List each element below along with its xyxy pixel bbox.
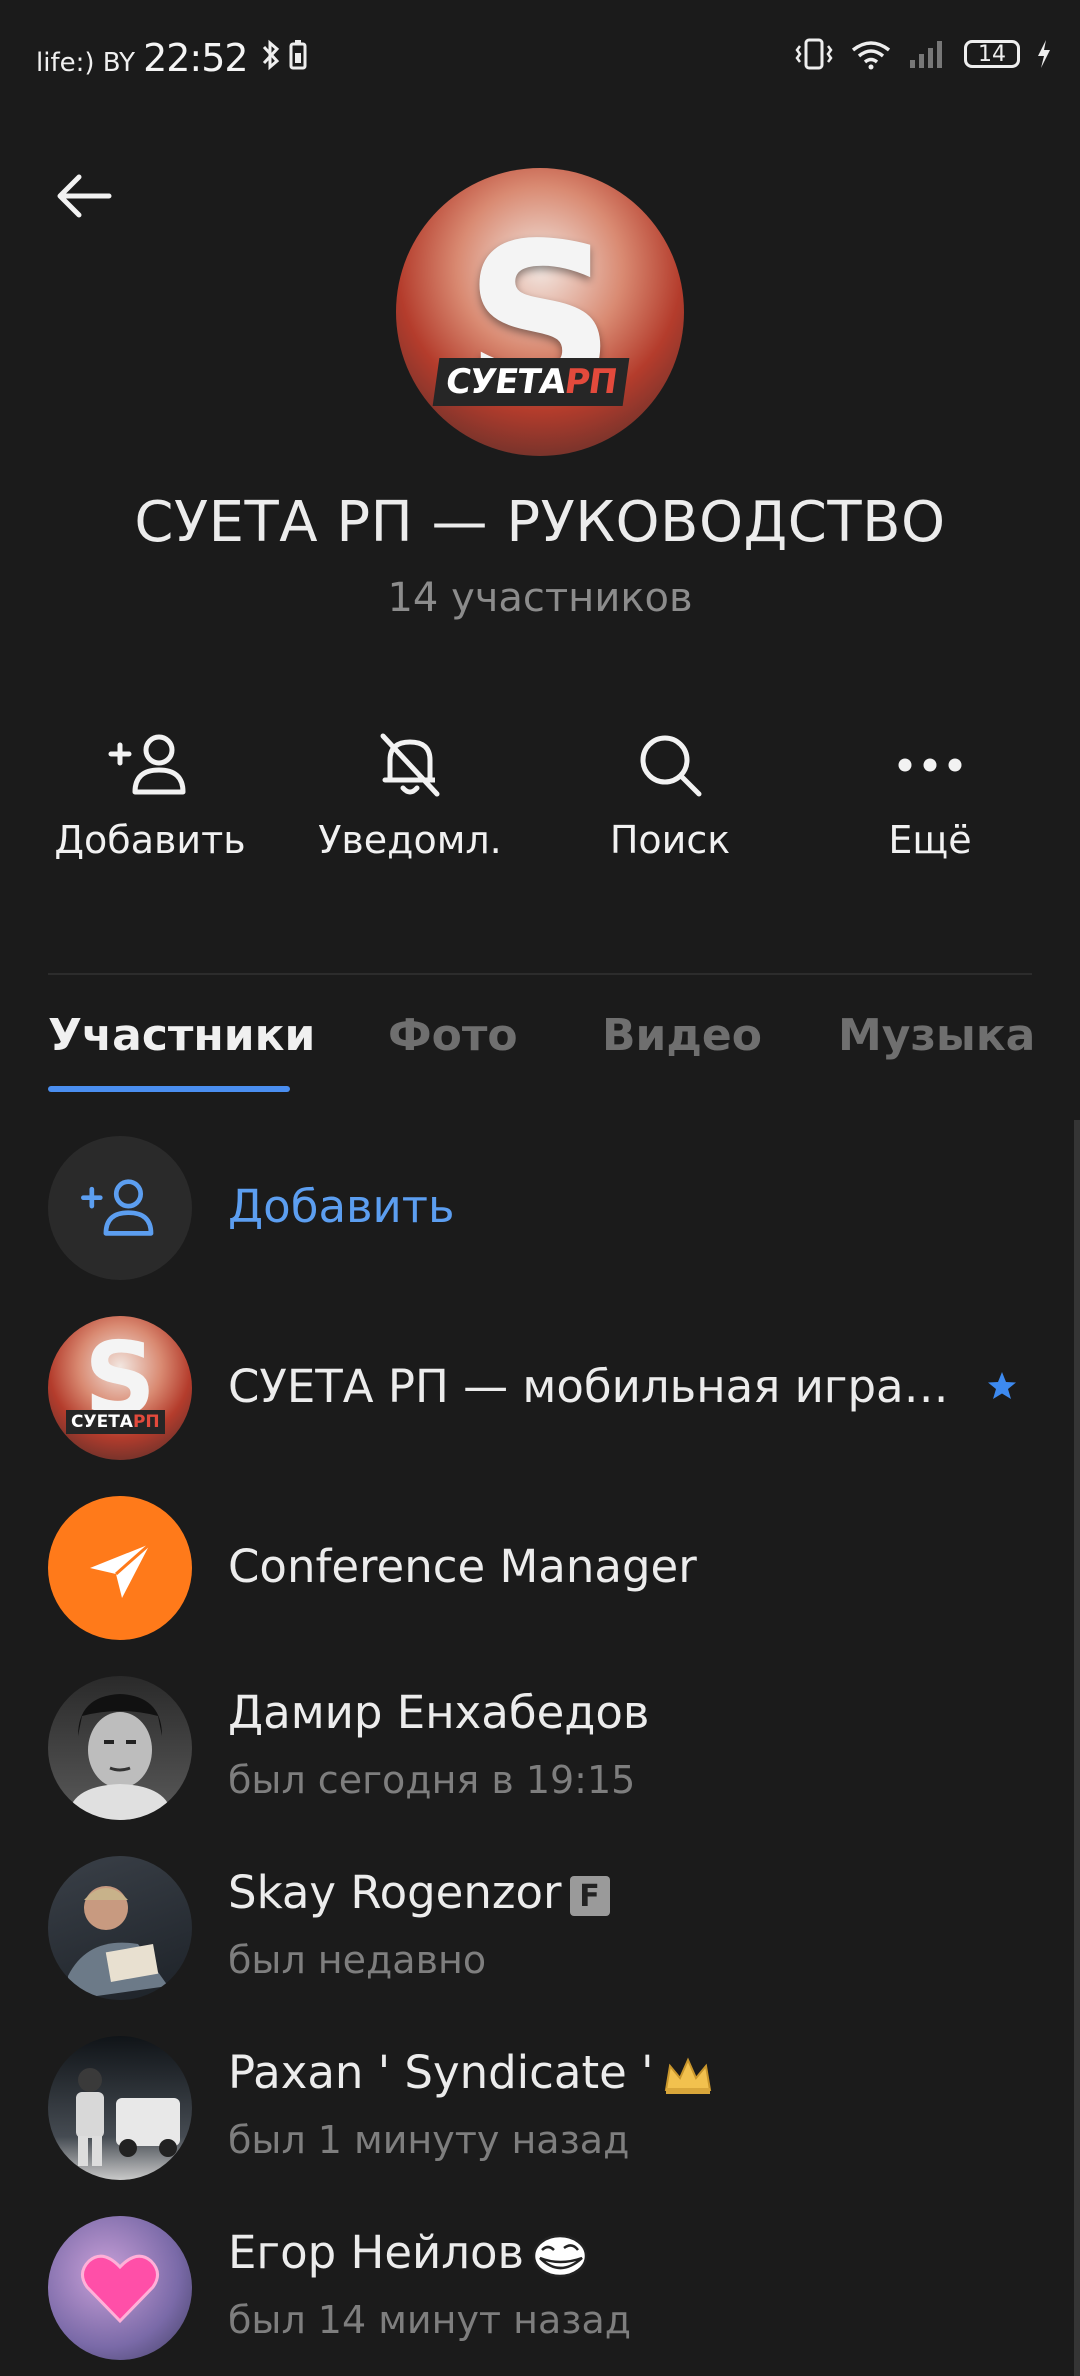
tab-members[interactable]: Участники: [48, 1010, 315, 1061]
member-row[interactable]: Conference Manager: [0, 1478, 1080, 1656]
signal-icon: [910, 41, 942, 68]
status-bar-left: life:) BY 22:52: [36, 36, 308, 80]
member-name: Skay Rogenzor F: [228, 1866, 610, 1919]
avatar: [48, 1676, 192, 1820]
clock: 22:52: [143, 36, 249, 80]
active-tab-indicator: [48, 1086, 290, 1092]
status-bar: life:) BY 22:52 14: [0, 0, 1080, 120]
battery-level: 14: [978, 41, 1006, 67]
person-avatar-icon: [68, 1694, 172, 1820]
search-action-label: Поиск: [609, 818, 731, 862]
group-logo-label: СУЕТАРП: [432, 358, 630, 406]
add-member-row[interactable]: Добавить: [0, 1118, 1080, 1296]
notifications-action-label: Уведомл.: [318, 818, 502, 862]
member-row[interactable]: Егор Нейлов был 14 минут назад: [0, 2198, 1080, 2376]
more-action[interactable]: Ещё: [800, 720, 1060, 862]
add-member-avatar: [48, 1136, 192, 1280]
battery-indicator: 14: [964, 40, 1020, 68]
member-row[interactable]: Paxan ' Syndicate ' был 1 минуту назад: [0, 2018, 1080, 2196]
member-name: Егор Нейлов: [228, 2226, 588, 2279]
avatar: [48, 1856, 192, 2000]
add-user-icon: [81, 1179, 154, 1236]
car-photo-icon: [76, 2068, 180, 2166]
add-action-label: Добавить: [54, 818, 246, 862]
member-status: был сегодня в 19:15: [228, 1758, 636, 1802]
action-bar: Добавить Уведомл. Поиск Ещё: [0, 720, 1080, 890]
tab-photos[interactable]: Фото: [388, 1010, 518, 1061]
troll-face-icon: [532, 2234, 588, 2278]
avatar: S СУЕТАРП: [48, 1316, 192, 1460]
back-button[interactable]: [48, 160, 120, 232]
more-icon: [898, 758, 962, 772]
charging-icon: [1038, 40, 1050, 68]
group-avatar[interactable]: S СУЕТАРП: [396, 168, 684, 456]
battery-saver-icon: [289, 40, 307, 70]
group-logo-letter-icon: S: [464, 198, 616, 443]
member-status: был 1 минуту назад: [228, 2118, 630, 2162]
carrier-label: life:) BY: [36, 48, 136, 78]
bell-off-icon: [380, 733, 440, 797]
profile-tabs: Участники Фото Видео Музыка: [0, 1010, 1080, 1090]
group-title: СУЕТА РП — РУКОВОДСТВО: [134, 490, 946, 555]
add-member-label: Добавить: [228, 1180, 455, 1233]
avatar: [48, 2036, 192, 2180]
search-action[interactable]: Поиск: [540, 720, 800, 862]
crown-icon: [664, 2057, 711, 2094]
member-count: 14 участников: [387, 575, 693, 621]
wifi-icon: [851, 41, 891, 70]
vibrate-icon: [795, 38, 833, 70]
member-name: Conference Manager: [228, 1540, 697, 1593]
heart-icon: [81, 2254, 159, 2324]
search-icon: [640, 735, 702, 797]
member-status: был недавно: [228, 1938, 487, 1982]
member-status: был 14 минут назад: [228, 2298, 632, 2342]
member-row[interactable]: S СУЕТАРП СУЕТА РП — мобильная игра…: [0, 1298, 1080, 1476]
member-name: Дамир Енхабедов: [228, 1686, 650, 1739]
notifications-action[interactable]: Уведомл.: [280, 720, 540, 862]
member-row[interactable]: Дамир Енхабедов был сегодня в 19:15: [0, 1658, 1080, 1836]
member-name: СУЕТА РП — мобильная игра…: [228, 1360, 949, 1413]
divider: [48, 973, 1032, 975]
avatar: [48, 1496, 192, 1640]
more-action-label: Ещё: [888, 818, 972, 862]
status-bar-right: 14: [794, 38, 1052, 70]
bluetooth-icon: [262, 39, 279, 71]
member-name: Paxan ' Syndicate ': [228, 2046, 714, 2099]
arrow-left-icon: [57, 174, 112, 218]
person-avatar-icon: [68, 1886, 168, 2000]
tab-music[interactable]: Музыка: [838, 1010, 1035, 1061]
tab-videos[interactable]: Видео: [602, 1010, 762, 1061]
paper-plane-icon: [90, 1542, 151, 1598]
add-member-action[interactable]: Добавить: [20, 720, 280, 862]
add-user-icon: [108, 734, 186, 795]
avatar: [48, 2216, 192, 2360]
star-icon: [988, 1372, 1016, 1399]
f-badge-icon: F: [569, 1876, 610, 1916]
member-row[interactable]: Skay Rogenzor F был недавно: [0, 1838, 1080, 2016]
